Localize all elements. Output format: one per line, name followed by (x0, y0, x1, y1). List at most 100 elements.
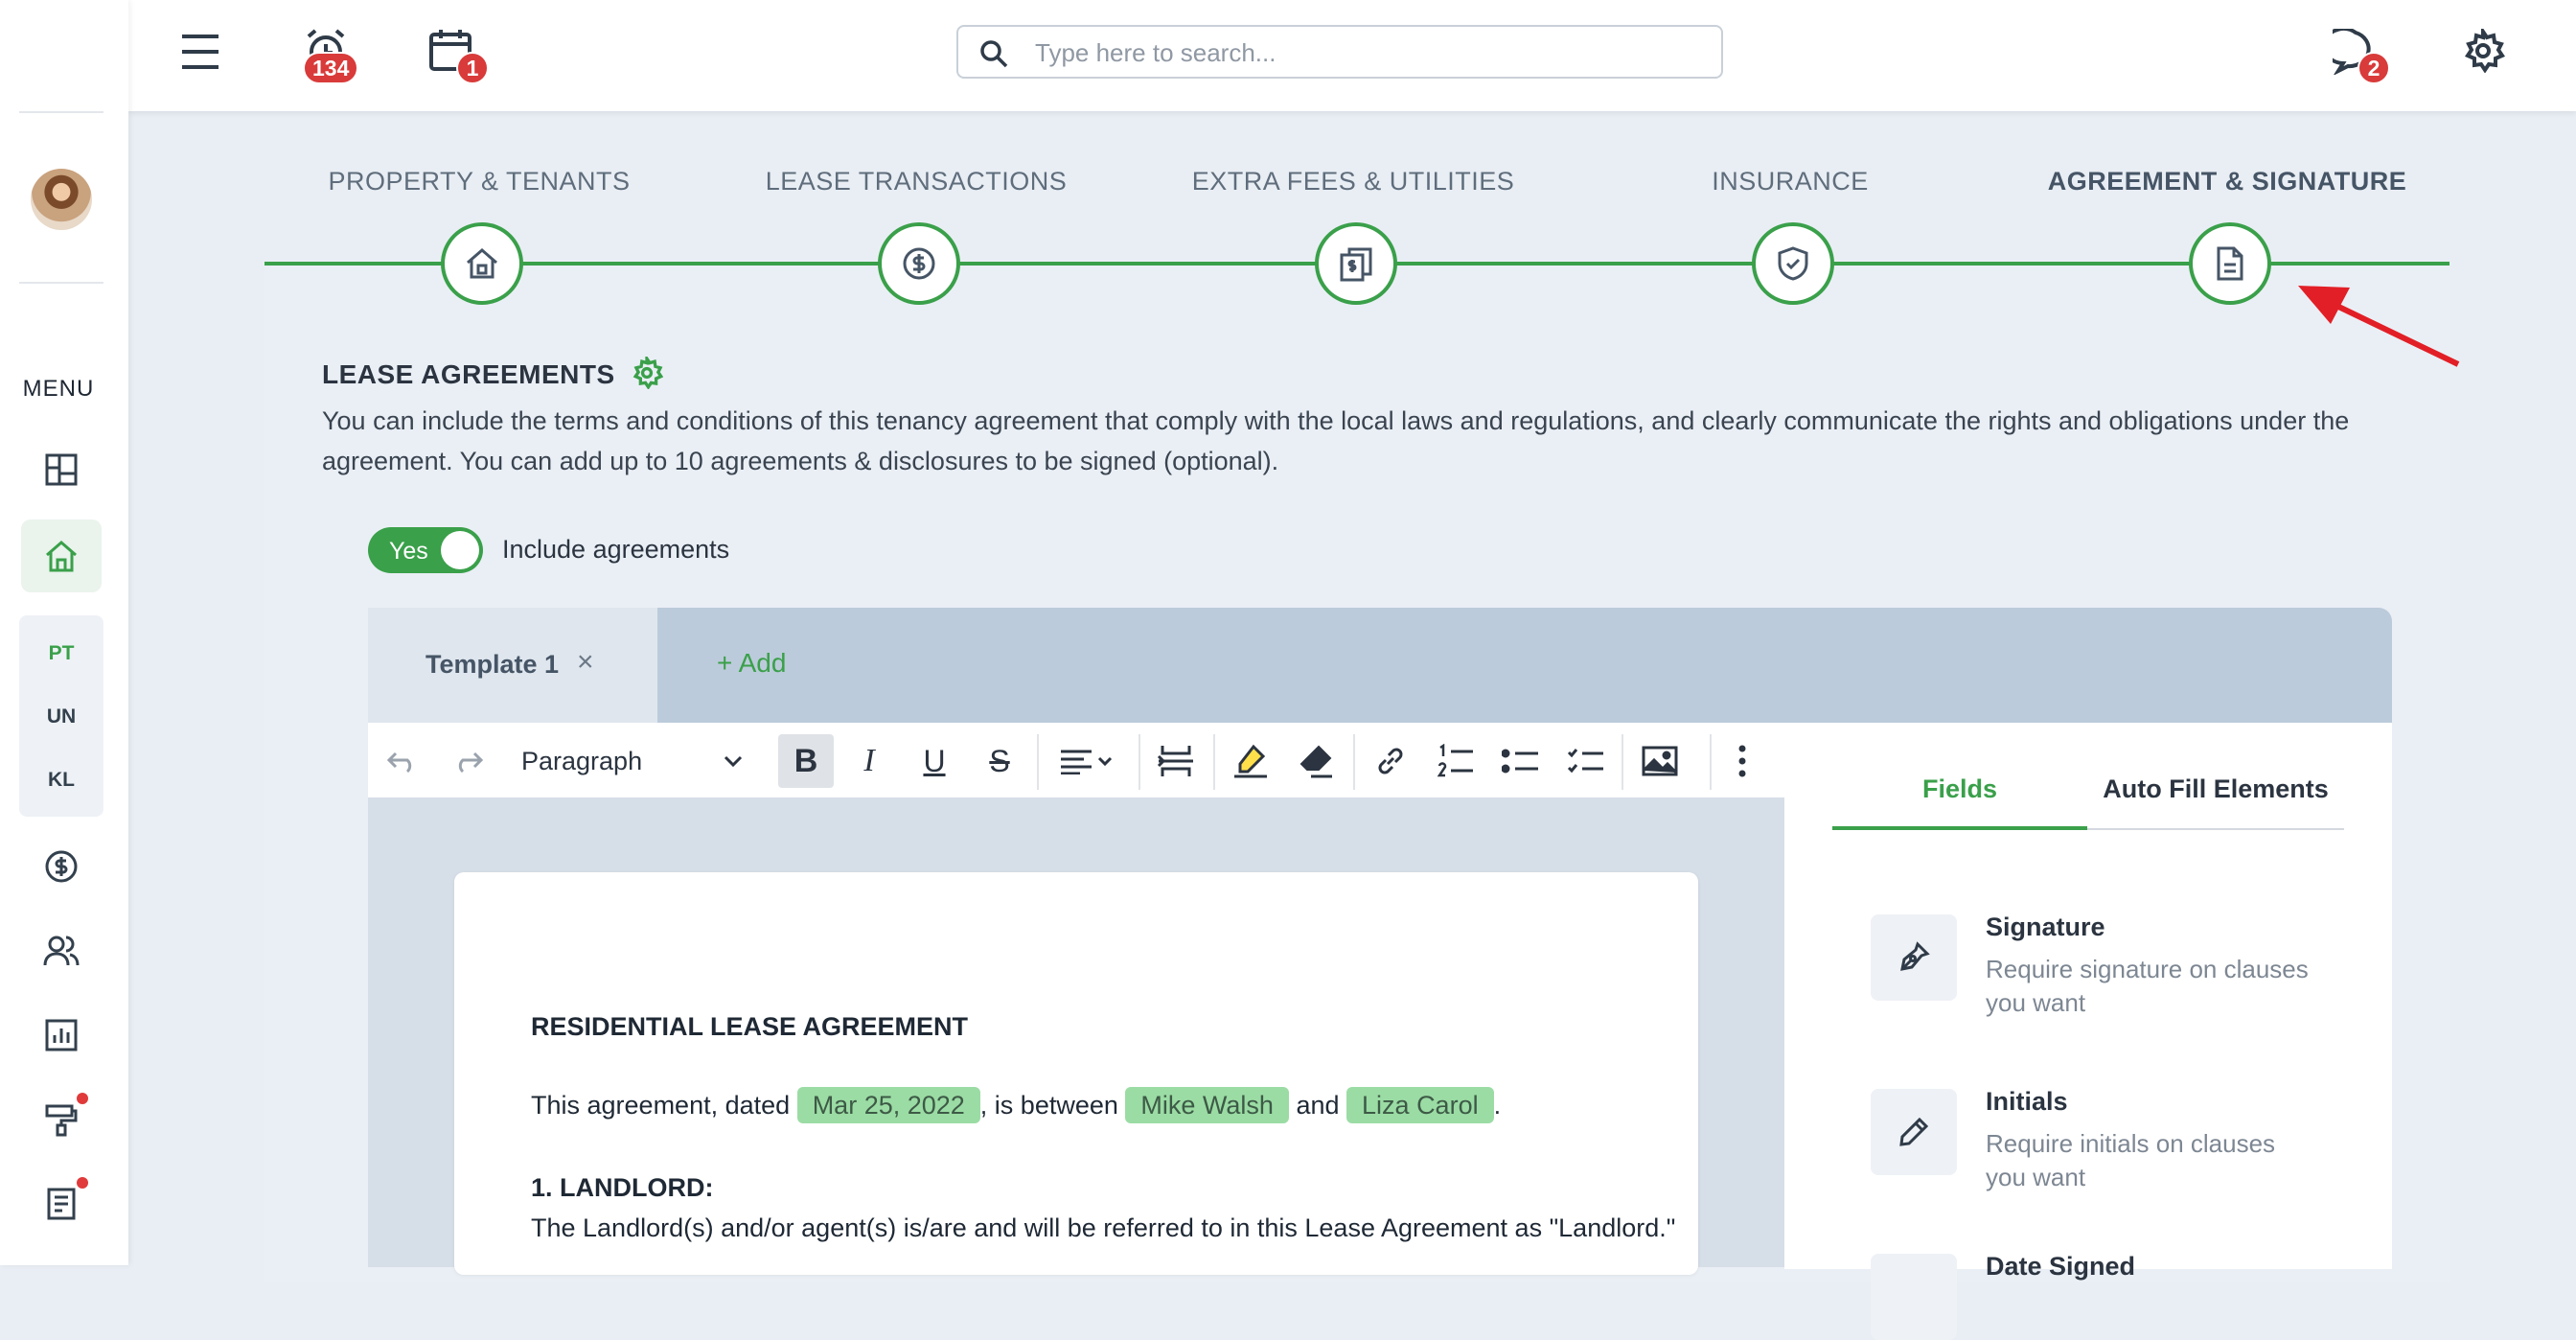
tab-template-1[interactable]: Template 1 × (368, 608, 657, 723)
sidebar-item-properties[interactable] (21, 520, 102, 592)
annotation-arrow-icon (2298, 286, 2460, 367)
bullet-list-icon (1502, 749, 1538, 774)
gear-icon[interactable] (631, 357, 663, 389)
tab-fields[interactable]: Fields (1832, 774, 2087, 804)
lease-agreements-title: LEASE AGREEMENTS (322, 357, 663, 390)
alarm-button[interactable]: 134 (303, 27, 359, 84)
notification-dot (77, 1093, 88, 1104)
undo-icon (386, 751, 412, 773)
strikethrough-button[interactable]: S (974, 734, 1025, 788)
tenant-name-chip[interactable]: Liza Carol (1346, 1087, 1494, 1123)
intro-text: . (1493, 1091, 1502, 1120)
hamburger-menu-button[interactable] (180, 33, 220, 71)
sidebar-item-reports[interactable] (21, 999, 102, 1072)
document-list-icon (47, 1188, 76, 1220)
messages-button[interactable]: 2 (2333, 29, 2390, 84)
more-options-button[interactable] (1721, 734, 1763, 788)
notification-dot (77, 1177, 88, 1189)
sidebar-item-people[interactable] (21, 914, 102, 987)
field-initials-description: Require initials on clauses you want (1986, 1129, 2276, 1191)
undo-button[interactable] (381, 734, 424, 788)
page-break-icon (1157, 746, 1193, 776)
people-icon (43, 936, 80, 966)
step-property-tenants[interactable] (441, 222, 523, 305)
bullet-list-button[interactable] (1495, 734, 1547, 788)
include-agreements-label: Include agreements (502, 535, 730, 564)
avatar[interactable] (31, 169, 92, 230)
redo-button[interactable] (447, 734, 489, 788)
intro-text: and (1296, 1091, 1340, 1120)
tab-auto-fill-elements[interactable]: Auto Fill Elements (2087, 774, 2344, 804)
field-signature-description: Require signature on clauses you want (1986, 955, 2309, 1017)
top-header: 134 1 2 (128, 0, 2576, 111)
sidebar-property-group: PT UN KL (19, 615, 104, 817)
agreement-intro-line: This agreement, dated Mar 25, 2022, is b… (531, 1087, 1502, 1123)
field-date-signed-icon-box (1871, 1254, 1957, 1340)
paint-roller-icon (45, 1104, 78, 1137)
chevron-down-icon (724, 755, 743, 768)
numbered-list-icon (1437, 744, 1473, 777)
intro-text: , is between (979, 1091, 1118, 1120)
sidebar-code-pt[interactable]: PT (19, 642, 104, 665)
align-button[interactable] (1048, 734, 1125, 788)
numbered-list-button[interactable] (1430, 734, 1482, 788)
lease-agreements-description: You can include the terms and conditions… (322, 406, 2350, 475)
underline-button[interactable]: U (908, 734, 960, 788)
bold-button[interactable]: B (778, 734, 834, 788)
step-lease-transactions[interactable] (878, 222, 960, 305)
search-input[interactable] (1033, 36, 1689, 69)
field-initials-icon-box (1871, 1089, 1957, 1175)
calendar-button[interactable]: 1 (427, 27, 489, 84)
paragraph-style-select[interactable]: Paragraph (512, 734, 751, 788)
landlord-name-chip[interactable]: Mike Walsh (1125, 1087, 1289, 1123)
underline-icon: U (923, 743, 946, 778)
more-vertical-icon (1738, 745, 1746, 777)
add-template-button[interactable]: + Add (717, 648, 786, 679)
sidebar-item-payments[interactable] (21, 830, 102, 903)
highlighter-icon (1234, 744, 1267, 778)
toolbar-separator (1353, 734, 1355, 790)
bold-icon: B (794, 742, 818, 779)
field-signature-title: Signature (1986, 913, 2105, 941)
alarm-badge: 134 (303, 52, 359, 84)
menu-label: MENU (22, 376, 95, 402)
page-break-button[interactable] (1150, 734, 1202, 788)
link-icon (1378, 748, 1403, 774)
redo-icon (458, 751, 484, 773)
checklist-button[interactable] (1560, 734, 1612, 788)
date-field-chip[interactable]: Mar 25, 2022 (796, 1087, 980, 1123)
step-label-property-tenants[interactable]: PROPERTY & TENANTS (278, 167, 680, 196)
include-agreements-toggle[interactable]: Yes (368, 527, 483, 573)
settings-button[interactable] (2461, 29, 2505, 73)
document-icon (2217, 246, 2243, 281)
step-label-lease-transactions[interactable]: LEASE TRANSACTIONS (715, 167, 1117, 196)
sidebar-code-kl[interactable]: KL (19, 769, 104, 792)
dollar-circle-icon (45, 850, 78, 883)
step-insurance[interactable] (1752, 222, 1834, 305)
step-extra-fees[interactable] (1315, 222, 1397, 305)
sidebar-code-un[interactable]: UN (19, 705, 104, 728)
sidebar-item-dashboard[interactable] (21, 433, 102, 506)
calendar-badge: 1 (456, 52, 489, 84)
strikethrough-icon: S (989, 743, 1010, 778)
image-icon (1642, 746, 1678, 776)
insert-image-button[interactable] (1633, 734, 1687, 788)
highlight-button[interactable] (1225, 734, 1276, 788)
step-label-extra-fees[interactable]: EXTRA FEES & UTILITIES (1152, 167, 1554, 196)
toolbar-separator (1622, 734, 1623, 790)
eraser-icon (1300, 745, 1332, 778)
home-icon (46, 541, 77, 572)
step-label-insurance[interactable]: INSURANCE (1589, 167, 1991, 196)
step-label-agreement-signature[interactable]: AGREEMENT & SIGNATURE (2026, 167, 2428, 196)
field-initials-title: Initials (1986, 1087, 2068, 1116)
step-agreement-signature[interactable] (2189, 222, 2271, 305)
link-button[interactable] (1365, 734, 1416, 788)
close-tab-button[interactable]: × (577, 646, 594, 679)
messages-badge: 2 (2358, 52, 2390, 84)
italic-button[interactable]: I (843, 734, 895, 788)
eraser-button[interactable] (1290, 734, 1342, 788)
section-title-text: LEASE AGREEMENTS (322, 359, 615, 389)
sidebar-item-documents[interactable] (21, 1167, 102, 1240)
search-box (956, 25, 1723, 79)
sidebar-item-maintenance[interactable] (21, 1083, 102, 1156)
